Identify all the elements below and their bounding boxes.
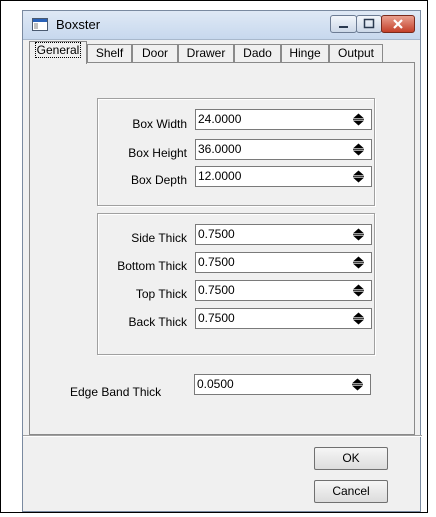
tab-output[interactable]: Output (329, 44, 383, 63)
side-thick-value[interactable]: 0.7500 (198, 227, 235, 241)
close-icon (393, 19, 403, 29)
back-thick-spinner[interactable]: 0.7500 (195, 308, 372, 329)
tab-drawer[interactable]: Drawer (178, 44, 234, 63)
bottom-thick-spinner[interactable]: 0.7500 (195, 252, 372, 273)
edge-band-thick-value[interactable]: 0.0500 (197, 377, 234, 391)
boxster-dialog: Boxster General Shelf Door Drawer Dado H… (22, 10, 422, 512)
box-height-label: Box Height (128, 146, 187, 160)
thickness-group: Side Thick 0.7500 Bottom Thick 0.7500 To… (97, 213, 375, 355)
spin-arrows-icon[interactable] (353, 284, 364, 297)
spin-arrows-icon[interactable] (353, 256, 364, 269)
box-width-spinner[interactable]: 24.0000 (195, 109, 372, 130)
side-thick-label: Side Thick (131, 231, 187, 245)
bottom-thick-value[interactable]: 0.7500 (198, 255, 235, 269)
top-thick-label: Top Thick (135, 287, 187, 301)
top-thick-spinner[interactable]: 0.7500 (195, 280, 372, 301)
edge-band-thick-label: Edge Band Thick (70, 385, 162, 399)
spin-arrows-icon[interactable] (353, 113, 364, 126)
ok-button[interactable]: OK (314, 447, 388, 470)
maximize-icon (363, 18, 375, 29)
spin-arrows-icon[interactable] (352, 378, 363, 391)
edge-band-thick-spinner[interactable]: 0.0500 (194, 374, 371, 395)
bottom-thick-label: Bottom Thick (117, 259, 187, 273)
maximize-button[interactable] (356, 15, 382, 33)
tab-hinge[interactable]: Hinge (281, 44, 329, 63)
side-thick-spinner[interactable]: 0.7500 (195, 224, 372, 245)
window-title: Boxster (56, 17, 101, 32)
dimensions-group: Box Width 24.0000 Box Height 36.0000 Box… (97, 98, 375, 206)
title-bar[interactable]: Boxster (23, 11, 420, 40)
box-depth-spinner[interactable]: 12.0000 (195, 166, 372, 187)
back-thick-value[interactable]: 0.7500 (198, 311, 235, 325)
box-depth-label: Box Depth (130, 173, 187, 187)
box-width-value[interactable]: 24.0000 (198, 112, 241, 126)
footer-divider (23, 435, 422, 437)
general-tab-panel: Box Width 24.0000 Box Height 36.0000 Box… (29, 62, 415, 435)
tab-general[interactable]: General (29, 41, 87, 64)
spin-arrows-icon[interactable] (353, 170, 364, 183)
box-width-label: Box Width (132, 117, 187, 131)
spin-arrows-icon[interactable] (353, 228, 364, 241)
minimize-button[interactable] (330, 15, 357, 33)
tab-strip: General Shelf Door Drawer Dado Hinge Out… (29, 41, 416, 64)
spin-arrows-icon[interactable] (353, 312, 364, 325)
minimize-icon (339, 26, 348, 28)
tab-shelf[interactable]: Shelf (87, 44, 132, 63)
box-height-value[interactable]: 36.0000 (198, 142, 241, 156)
tab-dado[interactable]: Dado (234, 44, 281, 63)
box-height-spinner[interactable]: 36.0000 (195, 139, 372, 160)
app-window-icon (32, 18, 48, 31)
top-thick-value[interactable]: 0.7500 (198, 283, 235, 297)
tab-door[interactable]: Door (132, 44, 178, 63)
cancel-button[interactable]: Cancel (314, 480, 388, 503)
back-thick-label: Back Thick (128, 315, 187, 329)
box-depth-value[interactable]: 12.0000 (198, 169, 241, 183)
close-button[interactable] (381, 15, 415, 33)
spin-arrows-icon[interactable] (353, 143, 364, 156)
